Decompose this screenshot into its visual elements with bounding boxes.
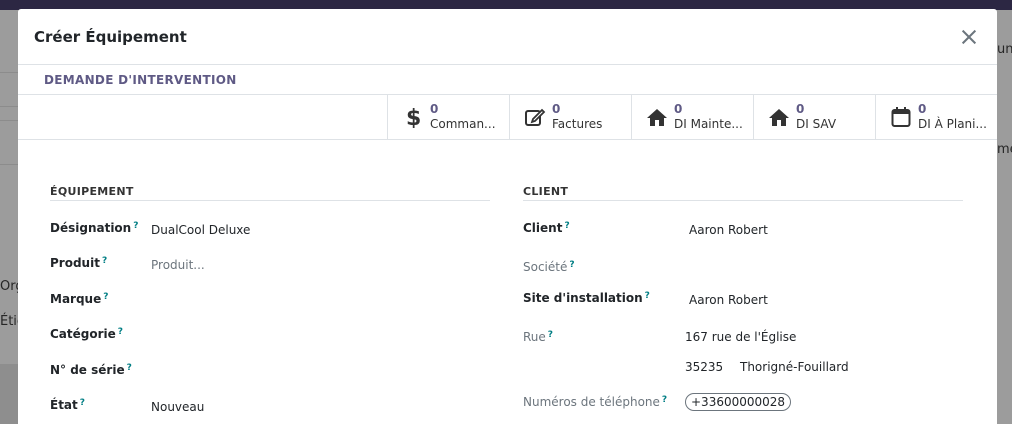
help-icon[interactable]: ?: [102, 256, 107, 266]
calendar-icon: [890, 106, 912, 128]
group-title-client: CLIENT: [523, 185, 569, 198]
modal-title: Créer Équipement: [34, 27, 187, 46]
zip-input[interactable]: 35235: [685, 360, 723, 374]
smart-button-di-sav[interactable]: 0 DI SAV: [753, 95, 875, 139]
close-icon[interactable]: [957, 25, 981, 49]
bg-divider: [0, 164, 20, 165]
smart-button-value: 0: [674, 102, 683, 116]
smart-button-di-to-plan[interactable]: 0 DI À Plani...: [875, 95, 997, 139]
street-input[interactable]: 167 rue de l'Église: [685, 330, 796, 344]
smart-button-label: DI SAV: [796, 117, 837, 131]
intervention-request-button[interactable]: DEMANDE D'INTERVENTION: [44, 73, 237, 87]
group-title-equipment: ÉQUIPEMENT: [50, 185, 134, 198]
help-icon[interactable]: ?: [103, 292, 108, 302]
field-label-produit: Produit?: [50, 256, 108, 270]
field-label-serie: N° de série?: [50, 363, 132, 377]
city-input[interactable]: Thorigné-Fouillard: [740, 360, 849, 374]
produit-input[interactable]: Produit...: [151, 258, 205, 272]
create-equipment-dialog: Créer Équipement DEMANDE D'INTERVENTION …: [18, 9, 997, 424]
group-divider: [50, 200, 490, 201]
smart-button-label: Comman...: [430, 117, 496, 131]
etat-select[interactable]: Nouveau: [151, 400, 204, 414]
field-label-etat: État?: [50, 398, 86, 412]
home-icon: [768, 106, 790, 128]
modal-header: Créer Équipement: [18, 9, 997, 65]
help-icon[interactable]: ?: [133, 221, 138, 231]
field-label-marque: Marque?: [50, 292, 109, 306]
smart-button-label: DI À Plani...: [918, 117, 987, 131]
field-label-categorie: Catégorie?: [50, 327, 124, 341]
smart-button-di-maintenance[interactable]: 0 DI Mainte...: [631, 95, 753, 139]
help-icon[interactable]: ?: [548, 330, 553, 340]
dollar-icon: $: [402, 106, 424, 128]
site-input[interactable]: Aaron Robert: [689, 293, 768, 307]
bg-band: [0, 364, 20, 424]
field-label-client: Client?: [523, 221, 570, 235]
client-input[interactable]: Aaron Robert: [689, 223, 768, 237]
edit-icon: [524, 106, 546, 128]
help-icon[interactable]: ?: [127, 363, 132, 373]
bg-divider: [0, 72, 20, 73]
help-icon[interactable]: ?: [662, 395, 667, 405]
field-label-phones: Numéros de téléphone?: [523, 395, 668, 409]
bg-divider: [0, 120, 20, 121]
help-icon[interactable]: ?: [118, 327, 123, 337]
smart-button-value: 0: [796, 102, 805, 116]
smart-button-value: 0: [430, 102, 439, 116]
smart-button-invoices[interactable]: 0 Factures: [509, 95, 631, 139]
home-icon: [646, 106, 668, 128]
field-label-site: Site d'installation?: [523, 291, 650, 305]
svg-text:$: $: [406, 106, 421, 128]
bg-fragment: une: [997, 42, 1012, 57]
field-label-rue: Rue?: [523, 330, 554, 344]
smart-button-label: DI Mainte...: [674, 117, 743, 131]
phone-tag[interactable]: +33600000028: [685, 393, 792, 411]
statusbar: DEMANDE D'INTERVENTION: [18, 65, 997, 95]
field-label-designation: Désignation?: [50, 221, 139, 235]
smart-button-box: $ 0 Comman... 0 Factures 0 DI Mainte...: [18, 95, 997, 140]
help-icon[interactable]: ?: [80, 398, 85, 408]
group-divider: [523, 200, 963, 201]
help-icon[interactable]: ?: [564, 221, 569, 231]
smart-button-value: 0: [918, 102, 927, 116]
designation-input[interactable]: DualCool Deluxe: [151, 223, 250, 237]
bg-fragment: me: [997, 142, 1012, 157]
smart-button-value: 0: [552, 102, 561, 116]
help-icon[interactable]: ?: [645, 291, 650, 301]
help-icon[interactable]: ?: [569, 260, 574, 270]
smart-button-label: Factures: [552, 117, 603, 131]
field-label-societe: Société?: [523, 260, 575, 274]
bg-divider: [0, 106, 20, 107]
smart-button-orders[interactable]: $ 0 Comman...: [387, 95, 509, 139]
